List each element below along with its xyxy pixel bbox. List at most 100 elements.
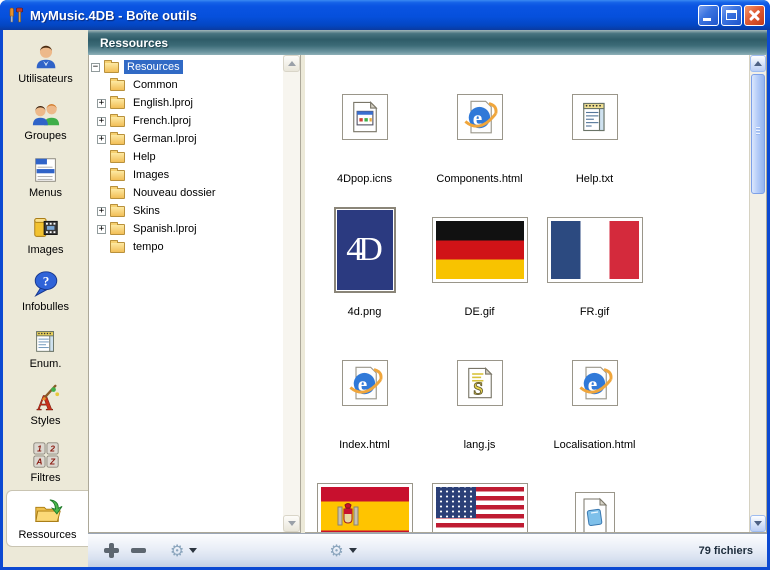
resource-tree: − Resources Common + bbox=[89, 55, 283, 532]
window-controls bbox=[698, 5, 765, 26]
sidebar-item-infobulles[interactable]: ? Infobulles bbox=[3, 262, 88, 319]
file-cell-4d-png[interactable]: 4D 4d.png bbox=[307, 200, 422, 333]
chevron-up-icon bbox=[754, 61, 762, 66]
window-title: MyMusic.4DB - Boîte outils bbox=[30, 8, 698, 23]
tree-row-spanish-lproj[interactable]: + Spanish.lproj bbox=[89, 220, 283, 238]
file-cell-localisation-html[interactable]: e Localisation.html bbox=[537, 333, 652, 466]
tree-scrollbar[interactable] bbox=[283, 55, 300, 532]
caret-down-icon bbox=[189, 548, 197, 553]
file-cell-lang-js[interactable]: S lang.js bbox=[422, 333, 537, 466]
tree-row-label: Help bbox=[130, 150, 159, 164]
expand-box[interactable]: + bbox=[97, 225, 106, 234]
file-cell-us-flag[interactable] bbox=[422, 466, 537, 532]
scroll-track[interactable] bbox=[283, 72, 300, 515]
titlebar[interactable]: MyMusic.4DB - Boîte outils bbox=[0, 0, 770, 30]
folder-icon bbox=[110, 242, 125, 253]
tree-row-label: Skins bbox=[130, 204, 163, 218]
file-count: 79 fichiers bbox=[699, 545, 753, 557]
sidebar-item-styles[interactable]: A Styles bbox=[3, 376, 88, 433]
file-cell-spain-flag[interactable] bbox=[307, 466, 422, 532]
sidebar-item-filtres[interactable]: 12AZ Filtres bbox=[3, 433, 88, 490]
scroll-up-button[interactable] bbox=[750, 55, 766, 72]
tree-row-skins[interactable]: + Skins bbox=[89, 202, 283, 220]
sidebar-item-images[interactable]: Images bbox=[3, 205, 88, 262]
sidebar-item-label: Utilisateurs bbox=[18, 73, 72, 85]
sidebar-item-utilisateurs[interactable]: Utilisateurs bbox=[3, 34, 88, 91]
expand-box[interactable]: + bbox=[97, 207, 106, 216]
svg-text:2: 2 bbox=[49, 443, 55, 453]
plus-icon bbox=[104, 543, 119, 558]
scroll-thumb[interactable] bbox=[751, 74, 765, 194]
folder-icon bbox=[110, 170, 125, 181]
sidebar-item-label: Infobulles bbox=[22, 301, 69, 313]
file-name: FR.gif bbox=[580, 306, 609, 318]
sidebar-item-label: Groupes bbox=[24, 130, 66, 142]
svg-text:A: A bbox=[35, 456, 42, 466]
minimize-button[interactable] bbox=[698, 5, 719, 26]
scroll-track[interactable] bbox=[750, 72, 766, 515]
close-icon bbox=[745, 6, 764, 25]
caret-down-icon bbox=[349, 548, 357, 553]
panel-title: Ressources bbox=[100, 36, 168, 50]
tree-row-resources[interactable]: − Resources bbox=[89, 58, 283, 76]
tree-row-common[interactable]: Common bbox=[89, 76, 283, 94]
sidebar-item-groupes[interactable]: Groupes bbox=[3, 91, 88, 148]
options-menu-button[interactable]: ⚙ bbox=[329, 543, 356, 559]
tree-row-images[interactable]: Images bbox=[89, 166, 283, 184]
file-name: Index.html bbox=[339, 439, 390, 451]
file-name: lang.js bbox=[464, 439, 496, 451]
file-cell-index-html[interactable]: e Index.html bbox=[307, 333, 422, 466]
remove-button[interactable] bbox=[131, 548, 146, 553]
sidebar-item-ressources[interactable]: Ressources bbox=[6, 490, 88, 547]
file-cell-help-txt[interactable]: Help.txt bbox=[537, 67, 652, 200]
folder-icon bbox=[104, 62, 119, 73]
chevron-down-icon bbox=[288, 521, 296, 526]
scroll-up-button[interactable] bbox=[283, 55, 300, 72]
resources-folder-icon bbox=[33, 497, 63, 527]
sidebar-item-label: Ressources bbox=[18, 529, 76, 541]
sidebar-item-menus[interactable]: Menus bbox=[3, 148, 88, 205]
file-cell-fr-gif[interactable]: FR.gif bbox=[537, 200, 652, 333]
file-cell-4dpop-icns[interactable]: 4Dpop.icns bbox=[307, 67, 422, 200]
sidebar-item-label: Images bbox=[27, 244, 63, 256]
sidebar-item-enum[interactable]: Enum. bbox=[3, 319, 88, 376]
tree-row-french-lproj[interactable]: + French.lproj bbox=[89, 112, 283, 130]
close-button[interactable] bbox=[744, 5, 765, 26]
tree-row-nouveau-dossier[interactable]: Nouveau dossier bbox=[89, 184, 283, 202]
maximize-icon bbox=[726, 10, 737, 20]
maximize-button[interactable] bbox=[721, 5, 742, 26]
minus-icon bbox=[131, 548, 146, 553]
scroll-down-button[interactable] bbox=[750, 515, 766, 532]
content-area: Ressources − Resources bbox=[88, 30, 767, 567]
tooltip-question-icon: ? bbox=[31, 269, 61, 299]
app-window: MyMusic.4DB - Boîte outils Utilisateurs bbox=[0, 0, 770, 570]
files-scrollbar[interactable] bbox=[749, 55, 766, 532]
tree-row-label: Common bbox=[130, 78, 181, 92]
file-cell-document[interactable] bbox=[537, 466, 652, 532]
tree-row-tempo[interactable]: tempo bbox=[89, 238, 283, 256]
file-cell-de-gif[interactable]: DE.gif bbox=[422, 200, 537, 333]
users-icon bbox=[31, 41, 61, 71]
folder-icon bbox=[110, 134, 125, 145]
collapse-box[interactable]: − bbox=[91, 63, 100, 72]
document-file-icon bbox=[575, 492, 615, 532]
scroll-down-button[interactable] bbox=[283, 515, 300, 532]
tree-row-label: Resources bbox=[124, 60, 183, 74]
add-button[interactable] bbox=[104, 543, 119, 558]
tree-row-label: Images bbox=[130, 168, 172, 182]
file-name: Components.html bbox=[436, 173, 522, 185]
germany-flag-thumbnail bbox=[432, 217, 528, 283]
tree-row-label: French.lproj bbox=[130, 114, 194, 128]
styles-icon: A bbox=[31, 383, 61, 413]
actions-menu-button[interactable]: ⚙ bbox=[170, 543, 197, 559]
sidebar-item-label: Filtres bbox=[31, 472, 61, 484]
expand-box[interactable]: + bbox=[97, 117, 106, 126]
svg-text:Z: Z bbox=[48, 456, 55, 466]
file-cell-components-html[interactable]: e Components.html bbox=[422, 67, 537, 200]
expand-box[interactable]: + bbox=[97, 99, 106, 108]
sidebar: Utilisateurs Groupes Menus bbox=[3, 30, 88, 567]
tree-row-help[interactable]: Help bbox=[89, 148, 283, 166]
tree-row-german-lproj[interactable]: + German.lproj bbox=[89, 130, 283, 148]
expand-box[interactable]: + bbox=[97, 135, 106, 144]
tree-row-english-lproj[interactable]: + English.lproj bbox=[89, 94, 283, 112]
